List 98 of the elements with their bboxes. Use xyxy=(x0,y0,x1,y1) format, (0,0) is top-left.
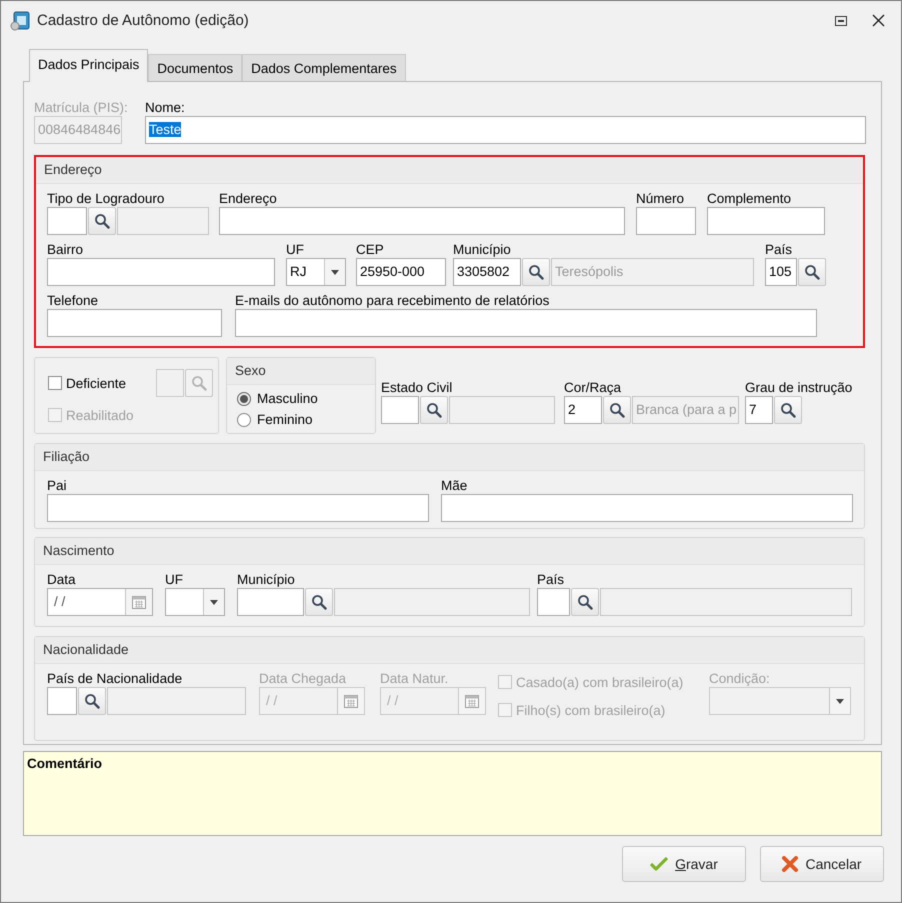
text-field[interactable] xyxy=(636,207,696,235)
search-button[interactable] xyxy=(78,687,106,715)
window-title: Cadastro de Autônomo (edição) xyxy=(37,12,249,29)
field-label: CEP xyxy=(356,241,384,258)
text-field[interactable] xyxy=(47,309,222,337)
search-button[interactable] xyxy=(571,588,599,616)
radio-dot[interactable] xyxy=(237,392,251,406)
description-field: Teresópolis xyxy=(551,258,754,286)
field-label: Município xyxy=(453,241,511,258)
dialog-button[interactable]: Gravar xyxy=(622,846,746,882)
calendar-icon xyxy=(131,594,147,610)
search-icon xyxy=(780,402,796,418)
field-label: Data Natur. xyxy=(380,670,448,687)
text-field[interactable]: 25950-000 xyxy=(356,258,446,286)
search-icon xyxy=(804,264,820,280)
field-label: Cor/Raça xyxy=(564,379,622,396)
group-title: Nacionalidade xyxy=(35,637,864,664)
field-label: Nome: xyxy=(145,99,185,116)
code-field[interactable] xyxy=(47,687,77,715)
radio-button[interactable]: Feminino xyxy=(227,409,375,430)
comment-area[interactable]: Comentário xyxy=(23,751,882,836)
group-title: Filiação xyxy=(35,444,864,471)
search-icon xyxy=(528,264,544,280)
tab[interactable]: Dados Principais xyxy=(29,49,148,82)
radio-button[interactable]: Masculino xyxy=(227,388,375,409)
cross-icon xyxy=(782,856,798,872)
search-icon xyxy=(191,375,207,391)
code-field[interactable]: 2 xyxy=(564,396,602,424)
text-field[interactable] xyxy=(47,494,429,522)
window-menu-icon[interactable] xyxy=(834,14,848,28)
search-icon xyxy=(84,693,100,709)
checkbox[interactable]: Deficiente xyxy=(48,371,126,395)
text-field[interactable] xyxy=(235,309,817,337)
search-icon xyxy=(311,594,327,610)
code-field[interactable] xyxy=(47,207,87,235)
field-label: Telefone xyxy=(47,292,98,309)
search-icon xyxy=(426,402,442,418)
code-field[interactable] xyxy=(237,588,304,616)
caret-icon xyxy=(210,600,218,604)
search-button[interactable] xyxy=(798,258,826,286)
code-field[interactable]: 3305802 xyxy=(453,258,521,286)
close-icon[interactable] xyxy=(872,14,885,27)
dialog-button[interactable]: Cancelar xyxy=(760,846,884,882)
search-button[interactable] xyxy=(774,396,802,424)
group-title: Sexo xyxy=(227,358,375,385)
text-field[interactable] xyxy=(47,258,275,286)
field-label: Município xyxy=(237,571,295,588)
text-field[interactable] xyxy=(219,207,625,235)
radio-dot[interactable] xyxy=(237,412,251,426)
field-label: Data xyxy=(47,571,76,588)
caret-icon xyxy=(836,698,844,704)
field-label: Pai xyxy=(47,477,67,494)
field-label: Tipo de Logradouro xyxy=(47,190,164,207)
search-icon xyxy=(94,213,110,229)
comment-label: Comentário xyxy=(27,756,102,771)
field-label: País xyxy=(765,241,792,258)
field-label: País xyxy=(537,571,564,588)
field-label: País de Nacionalidade xyxy=(47,670,182,687)
field-label: Condição: xyxy=(709,670,770,687)
text-field[interactable] xyxy=(707,207,825,235)
search-button[interactable] xyxy=(420,396,448,424)
calendar-icon xyxy=(343,693,359,709)
text-field[interactable]: Teste xyxy=(145,116,866,144)
tab[interactable]: Documentos xyxy=(148,54,242,81)
tab[interactable]: Dados Complementares xyxy=(242,54,406,81)
date-field[interactable]: / / xyxy=(47,588,153,616)
field-label: UF xyxy=(165,571,183,588)
dropdown-field[interactable]: RJ xyxy=(286,258,346,286)
field-label: Bairro xyxy=(47,241,84,258)
field-label: Mãe xyxy=(441,477,468,494)
search-button[interactable] xyxy=(305,588,333,616)
dropdown-field[interactable] xyxy=(165,588,225,616)
caret-icon xyxy=(331,270,339,274)
search-button[interactable] xyxy=(522,258,550,286)
field-label: Grau de instrução xyxy=(745,379,852,396)
code-field[interactable]: 105 xyxy=(765,258,797,286)
field-label: Endereço xyxy=(219,190,277,207)
field-label: Complemento xyxy=(707,190,792,207)
search-button[interactable] xyxy=(88,207,116,235)
check-icon xyxy=(650,857,668,871)
code-field[interactable]: 7 xyxy=(745,396,773,424)
search-icon xyxy=(577,594,593,610)
text-field[interactable] xyxy=(441,494,853,522)
group-title: Nascimento xyxy=(35,538,864,565)
id-card-icon xyxy=(9,10,31,32)
code-field[interactable] xyxy=(381,396,419,424)
field-label: Data Chegada xyxy=(259,670,346,687)
calendar-icon xyxy=(464,693,480,709)
search-button[interactable] xyxy=(603,396,631,424)
group-title: Endereço xyxy=(36,157,863,184)
code-field[interactable] xyxy=(537,588,570,616)
description-field: Branca (para a p xyxy=(632,396,739,424)
field-label: E-mails do autônomo para recebimento de relatórios xyxy=(235,292,550,309)
field-label: UF xyxy=(286,241,304,258)
field-label: Matrícula (PIS): xyxy=(34,99,128,116)
field-label: Número xyxy=(636,190,684,207)
search-icon xyxy=(609,402,625,418)
field-label: Estado Civil xyxy=(381,379,452,396)
